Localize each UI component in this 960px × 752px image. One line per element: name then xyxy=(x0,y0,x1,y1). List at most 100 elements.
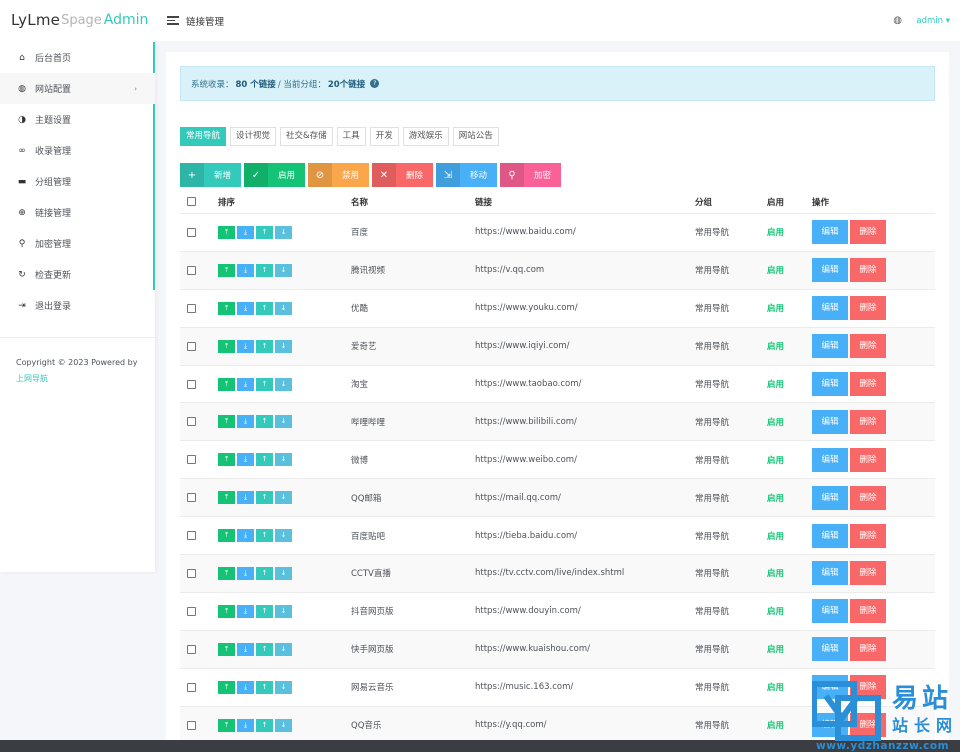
move-up-icon[interactable]: ↑ xyxy=(256,680,273,694)
delete-row-button[interactable]: 删除 xyxy=(850,523,886,548)
move-up-icon[interactable]: ↑ xyxy=(256,604,273,618)
move-top-icon[interactable]: ⤒ xyxy=(218,263,235,277)
delete-row-button[interactable]: 删除 xyxy=(850,485,886,510)
row-checkbox[interactable] xyxy=(187,379,196,389)
row-checkbox[interactable] xyxy=(187,417,196,427)
move-down-icon[interactable]: ↓ xyxy=(275,491,292,505)
row-checkbox[interactable] xyxy=(187,720,196,730)
move-up-icon[interactable]: ↑ xyxy=(256,301,273,315)
sidebar-item-5[interactable]: ⊕ 链接管理 xyxy=(0,197,155,228)
move-up-icon[interactable]: ↑ xyxy=(256,566,273,580)
row-checkbox[interactable] xyxy=(187,493,196,503)
sidebar-item-6[interactable]: ⚲ 加密管理 xyxy=(0,228,155,259)
edit-button[interactable]: 编辑 xyxy=(812,599,848,624)
move-bottom-icon[interactable]: ⤓ xyxy=(237,680,254,694)
select-all-checkbox[interactable] xyxy=(187,197,196,206)
move-bottom-icon[interactable]: ⤓ xyxy=(237,415,254,429)
row-checkbox[interactable] xyxy=(187,531,196,541)
row-checkbox[interactable] xyxy=(187,455,196,465)
move-bottom-icon[interactable]: ⤓ xyxy=(237,529,254,543)
move-top-icon[interactable]: ⤒ xyxy=(218,718,235,732)
move-top-icon[interactable]: ⤒ xyxy=(218,604,235,618)
app-logo[interactable]: LyLme Spage Admin xyxy=(0,0,155,40)
delete-button[interactable]: ✕ 删除 xyxy=(372,163,433,187)
palette-icon[interactable]: ◍ xyxy=(893,15,902,26)
move-bottom-icon[interactable]: ⤓ xyxy=(237,301,254,315)
edit-button[interactable]: 编辑 xyxy=(812,637,848,662)
move-bottom-icon[interactable]: ⤓ xyxy=(237,225,254,239)
move-top-icon[interactable]: ⤒ xyxy=(218,529,235,543)
move-top-icon[interactable]: ⤒ xyxy=(218,377,235,391)
move-bottom-icon[interactable]: ⤓ xyxy=(237,718,254,732)
move-up-icon[interactable]: ↑ xyxy=(256,453,273,467)
sidebar-item-1[interactable]: ◍ 网站配置 › xyxy=(0,73,155,104)
move-down-icon[interactable]: ↓ xyxy=(275,377,292,391)
move-top-icon[interactable]: ⤒ xyxy=(218,680,235,694)
delete-row-button[interactable]: 删除 xyxy=(850,637,886,662)
move-down-icon[interactable]: ↓ xyxy=(275,263,292,277)
edit-button[interactable]: 编辑 xyxy=(812,220,848,245)
row-checkbox[interactable] xyxy=(187,303,196,313)
move-up-icon[interactable]: ↑ xyxy=(256,529,273,543)
move-top-icon[interactable]: ⤒ xyxy=(218,566,235,580)
move-up-icon[interactable]: ↑ xyxy=(256,642,273,656)
move-down-icon[interactable]: ↓ xyxy=(275,680,292,694)
edit-button[interactable]: 编辑 xyxy=(812,409,848,434)
move-top-icon[interactable]: ⤒ xyxy=(218,225,235,239)
move-bottom-icon[interactable]: ⤓ xyxy=(237,339,254,353)
hamburger-icon[interactable] xyxy=(167,16,179,25)
delete-row-button[interactable]: 删除 xyxy=(850,561,886,586)
tab-2[interactable]: 社交&存储 xyxy=(280,127,333,146)
row-checkbox[interactable] xyxy=(187,341,196,351)
move-down-icon[interactable]: ↓ xyxy=(275,225,292,239)
sidebar-item-7[interactable]: ↻ 检查更新 xyxy=(0,259,155,290)
move-bottom-icon[interactable]: ⤓ xyxy=(237,491,254,505)
delete-row-button[interactable]: 删除 xyxy=(850,599,886,624)
sidebar-item-8[interactable]: ⇥ 退出登录 xyxy=(0,290,155,321)
tab-3[interactable]: 工具 xyxy=(336,127,366,146)
move-up-icon[interactable]: ↑ xyxy=(256,491,273,505)
edit-button[interactable]: 编辑 xyxy=(812,561,848,586)
move-top-icon[interactable]: ⤒ xyxy=(218,301,235,315)
move-top-icon[interactable]: ⤒ xyxy=(218,453,235,467)
move-down-icon[interactable]: ↓ xyxy=(275,529,292,543)
move-bottom-icon[interactable]: ⤓ xyxy=(237,377,254,391)
row-checkbox[interactable] xyxy=(187,606,196,616)
edit-button[interactable]: 编辑 xyxy=(812,523,848,548)
sidebar-item-4[interactable]: ▬ 分组管理 xyxy=(0,166,155,197)
sidebar-item-3[interactable]: ∞ 收录管理 xyxy=(0,135,155,166)
move-down-icon[interactable]: ↓ xyxy=(275,301,292,315)
row-checkbox[interactable] xyxy=(187,568,196,578)
edit-button[interactable]: 编辑 xyxy=(812,334,848,359)
delete-row-button[interactable]: 删除 xyxy=(850,258,886,283)
delete-row-button[interactable]: 删除 xyxy=(850,296,886,321)
delete-row-button[interactable]: 删除 xyxy=(850,409,886,434)
delete-row-button[interactable]: 删除 xyxy=(850,447,886,472)
move-top-icon[interactable]: ⤒ xyxy=(218,642,235,656)
move-bottom-icon[interactable]: ⤓ xyxy=(237,604,254,618)
move-up-icon[interactable]: ↑ xyxy=(256,225,273,239)
user-menu[interactable]: admin ▾ xyxy=(916,16,950,26)
tab-4[interactable]: 开发 xyxy=(369,127,399,146)
move-bottom-icon[interactable]: ⤓ xyxy=(237,642,254,656)
sidebar-item-0[interactable]: ⌂ 后台首页 xyxy=(0,42,155,73)
move-up-icon[interactable]: ↑ xyxy=(256,415,273,429)
tab-6[interactable]: 网站公告 xyxy=(452,127,499,146)
move-down-icon[interactable]: ↓ xyxy=(275,453,292,467)
move-bottom-icon[interactable]: ⤓ xyxy=(237,566,254,580)
move-top-icon[interactable]: ⤒ xyxy=(218,491,235,505)
move-down-icon[interactable]: ↓ xyxy=(275,718,292,732)
move-up-icon[interactable]: ↑ xyxy=(256,339,273,353)
encrypt-button[interactable]: ⚲ 加密 xyxy=(500,163,561,187)
delete-row-button[interactable]: 删除 xyxy=(850,334,886,359)
move-up-icon[interactable]: ↑ xyxy=(256,718,273,732)
move-down-icon[interactable]: ↓ xyxy=(275,339,292,353)
move-up-icon[interactable]: ↑ xyxy=(256,263,273,277)
row-checkbox[interactable] xyxy=(187,682,196,692)
move-top-icon[interactable]: ⤒ xyxy=(218,339,235,353)
add-button[interactable]: + 新增 xyxy=(180,163,241,187)
row-checkbox[interactable] xyxy=(187,265,196,275)
help-icon[interactable]: ? xyxy=(370,79,380,88)
move-button[interactable]: ⇲ 移动 xyxy=(436,163,497,187)
move-up-icon[interactable]: ↑ xyxy=(256,377,273,391)
